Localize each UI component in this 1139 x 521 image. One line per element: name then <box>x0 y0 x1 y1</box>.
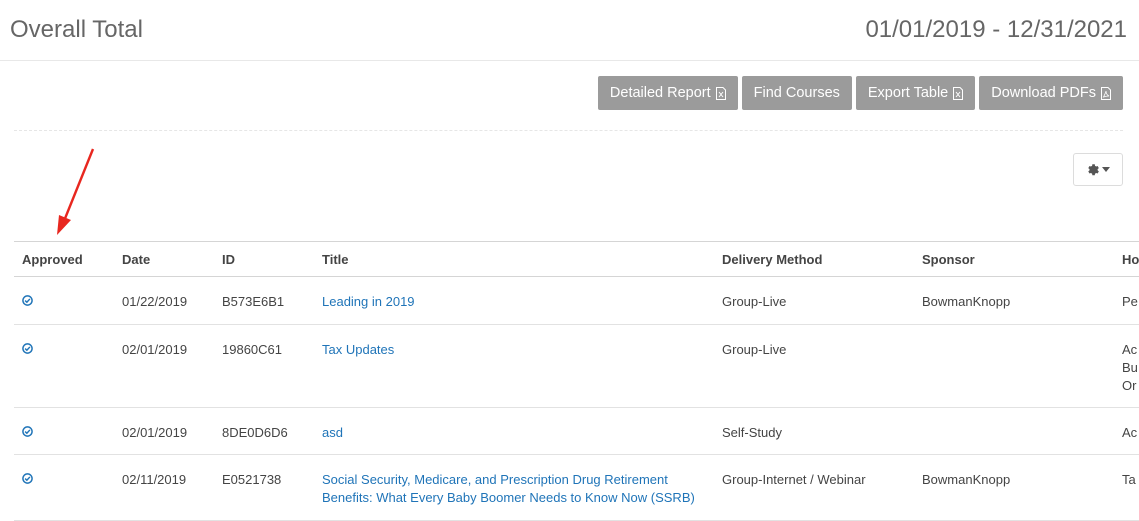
table-row: 02/01/2019 8DE0D6D6 asd Self-Study Ac <box>14 408 1139 455</box>
table-row: 02/01/2019 19860C61 Tax Updates Group-Li… <box>14 325 1139 408</box>
caret-down-icon <box>1102 167 1110 172</box>
excel-file-icon <box>953 86 964 100</box>
check-circle-icon <box>22 473 33 484</box>
export-table-label: Export Table <box>867 85 949 101</box>
title-cell: Leading in 2019 <box>314 277 714 325</box>
id-cell: B573E6B1 <box>222 294 285 309</box>
column-header-sponsor[interactable]: Sponsor <box>914 242 1114 277</box>
check-circle-icon <box>22 426 33 437</box>
column-header-id[interactable]: ID <box>214 242 314 277</box>
detailed-report-label: Detailed Report <box>609 85 711 101</box>
download-pdfs-label: Download PDFs <box>991 85 1096 101</box>
course-title-link[interactable]: Tax Updates <box>322 342 394 357</box>
check-circle-icon <box>22 343 33 354</box>
approved-cell <box>14 277 114 325</box>
column-header-approved[interactable]: Approved <box>14 242 114 277</box>
column-header-delivery-method[interactable]: Delivery Method <box>714 242 914 277</box>
courses-table: Approved Date ID Title Delivery Method S… <box>14 241 1139 521</box>
section-divider <box>14 130 1123 131</box>
date-range: 01/01/2019 - 12/31/2021 <box>865 16 1127 43</box>
sponsor-cell: BowmanKnopp <box>922 472 1011 487</box>
title-cell: asd <box>314 408 714 455</box>
excel-file-icon <box>715 86 726 100</box>
hours-text: Ac <box>1122 342 1138 357</box>
hours-cell: Ta <box>1114 455 1139 521</box>
date-cell: 02/01/2019 <box>122 425 188 440</box>
date-cell: 02/11/2019 <box>122 472 187 487</box>
sponsor-cell <box>914 325 1114 408</box>
report-toolbar: Detailed Report Find Courses Export Tabl… <box>597 76 1123 110</box>
title-cell: Social Security, Medicare, and Prescript… <box>314 455 714 521</box>
pdf-file-icon <box>1101 86 1111 100</box>
export-table-button[interactable]: Export Table <box>855 76 976 110</box>
id-cell: E0521738 <box>222 472 282 487</box>
delivery-method-cell: Group-Live <box>722 342 787 357</box>
date-cell: 01/22/2019 <box>122 294 188 309</box>
column-header-title[interactable]: Title <box>314 242 714 277</box>
find-courses-button[interactable]: Find Courses <box>741 76 852 110</box>
course-title-link[interactable]: Social Security, Medicare, and Prescript… <box>322 472 695 505</box>
red-annotation-arrow <box>57 148 95 235</box>
check-circle-icon <box>22 295 33 306</box>
delivery-method-cell: Group-Live <box>722 294 787 309</box>
hours-text: Bu <box>1122 360 1138 375</box>
date-cell: 02/01/2019 <box>122 342 188 357</box>
report-header: Overall Total 01/01/2019 - 12/31/2021 <box>0 0 1139 61</box>
table-header-row: Approved Date ID Title Delivery Method S… <box>14 241 1139 277</box>
table-settings-button[interactable] <box>1073 153 1123 186</box>
approved-cell <box>14 325 114 408</box>
course-title-link[interactable]: Leading in 2019 <box>322 294 415 309</box>
sponsor-cell <box>914 408 1114 455</box>
page-title: Overall Total <box>10 16 143 43</box>
course-title-link[interactable]: asd <box>322 425 343 440</box>
delivery-method-cell: Group-Internet / Webinar <box>722 472 866 487</box>
hours-text: Ac <box>1122 425 1138 440</box>
detailed-report-button[interactable]: Detailed Report <box>597 76 738 110</box>
column-header-date[interactable]: Date <box>114 242 214 277</box>
column-header-hours[interactable]: Ho <box>1114 242 1139 277</box>
hours-text: Ta <box>1122 472 1136 487</box>
delivery-method-cell: Self-Study <box>722 425 782 440</box>
title-cell: Tax Updates <box>314 325 714 408</box>
hours-cell: Pe <box>1114 277 1139 325</box>
table-row: 02/11/2019 E0521738 Social Security, Med… <box>14 455 1139 521</box>
hours-cell: Ac Bu Or <box>1114 325 1139 408</box>
id-cell: 8DE0D6D6 <box>222 425 288 440</box>
hours-cell: Ac <box>1114 408 1139 455</box>
find-courses-label: Find Courses <box>753 85 840 101</box>
approved-cell <box>14 455 114 521</box>
gear-icon <box>1088 164 1099 176</box>
download-pdfs-button[interactable]: Download PDFs <box>979 76 1123 110</box>
id-cell: 19860C61 <box>222 342 282 357</box>
approved-cell <box>14 408 114 455</box>
hours-text: Or <box>1122 378 1137 393</box>
hours-text: Pe <box>1122 294 1138 309</box>
sponsor-cell: BowmanKnopp <box>922 294 1011 309</box>
table-row: 01/22/2019 B573E6B1 Leading in 2019 Grou… <box>14 277 1139 325</box>
